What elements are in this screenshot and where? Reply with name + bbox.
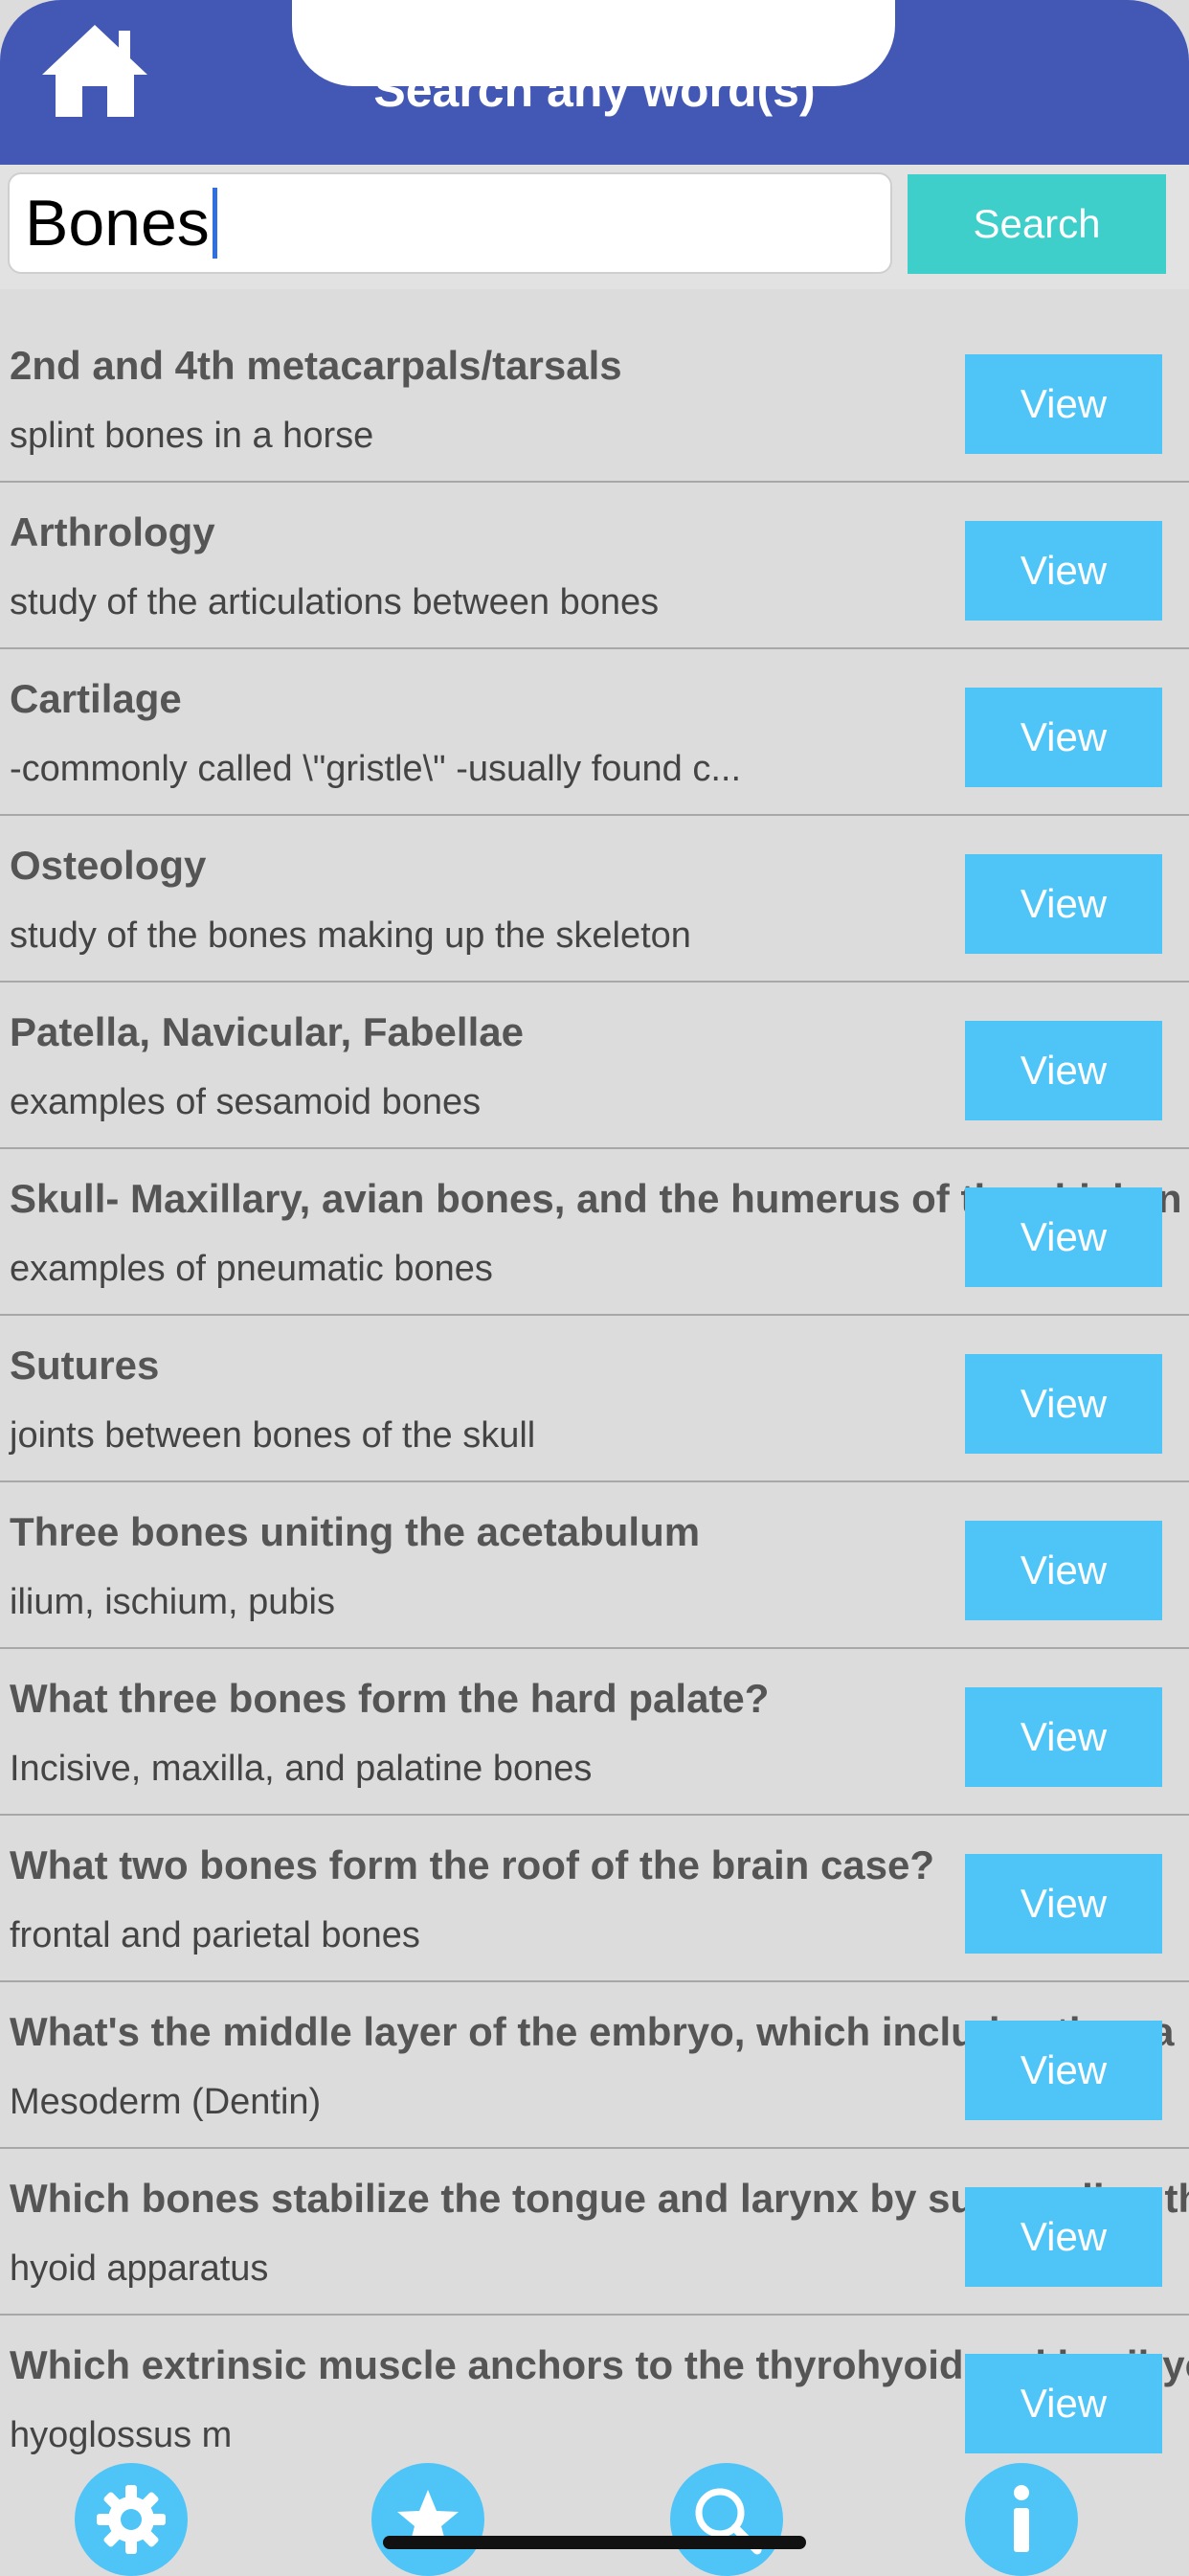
list-item[interactable]: What two bones form the roof of the brai… bbox=[0, 1816, 1189, 1982]
item-definition: hyoglossus m bbox=[10, 2415, 233, 2455]
view-button[interactable]: View bbox=[965, 2187, 1162, 2287]
list-item[interactable]: 2nd and 4th metacarpals/tarsals splint b… bbox=[0, 316, 1189, 483]
gear-icon bbox=[97, 2485, 166, 2554]
list-item[interactable]: Which bones stabilize the tongue and lar… bbox=[0, 2149, 1189, 2316]
list-item[interactable]: What three bones form the hard palate? I… bbox=[0, 1649, 1189, 1816]
list-item[interactable]: What's the middle layer of the embryo, w… bbox=[0, 1982, 1189, 2149]
view-button[interactable]: View bbox=[965, 1854, 1162, 1954]
home-indicator bbox=[383, 2536, 806, 2549]
list-item[interactable]: Patella, Navicular, Fabellae examples of… bbox=[0, 983, 1189, 1149]
tab-favorites[interactable] bbox=[371, 2463, 484, 2576]
view-button[interactable]: View bbox=[965, 354, 1162, 454]
list-item[interactable]: Which extrinsic muscle anchors to the th… bbox=[0, 2316, 1189, 2482]
item-definition: hyoid apparatus bbox=[10, 2248, 269, 2289]
item-term: Patella, Navicular, Fabellae bbox=[10, 1009, 524, 1054]
item-term: Cartilage bbox=[10, 676, 182, 721]
search-input-value: Bones bbox=[25, 187, 210, 260]
item-definition: Mesoderm (Dentin) bbox=[10, 2082, 322, 2122]
tab-settings[interactable] bbox=[75, 2463, 188, 2576]
item-definition: frontal and parietal bones bbox=[10, 1915, 420, 1955]
view-button[interactable]: View bbox=[965, 1021, 1162, 1120]
view-button[interactable]: View bbox=[965, 2021, 1162, 2120]
item-term: Three bones uniting the acetabulum bbox=[10, 1509, 701, 1554]
tab-info[interactable] bbox=[965, 2463, 1078, 2576]
item-definition: Incisive, maxilla, and palatine bones bbox=[10, 1749, 593, 1789]
header-bar: Search any word(s) bbox=[0, 0, 1189, 165]
view-button[interactable]: View bbox=[965, 854, 1162, 954]
item-term: What two bones form the roof of the brai… bbox=[10, 1842, 935, 1887]
search-input[interactable]: Bones bbox=[8, 172, 892, 274]
search-button[interactable]: Search bbox=[908, 174, 1166, 274]
view-button[interactable]: View bbox=[965, 688, 1162, 787]
item-definition: examples of sesamoid bones bbox=[10, 1082, 482, 1122]
item-term: Sutures bbox=[10, 1343, 160, 1388]
tab-search[interactable] bbox=[670, 2463, 783, 2576]
item-term: Arthrology bbox=[10, 509, 215, 554]
list-item[interactable]: Cartilage -commonly called \"gristle\" -… bbox=[0, 649, 1189, 816]
item-term: What three bones form the hard palate? bbox=[10, 1676, 770, 1721]
item-definition: -commonly called \"gristle\" -usually fo… bbox=[10, 749, 742, 789]
list-item[interactable]: Osteology study of the bones making up t… bbox=[0, 816, 1189, 983]
list-item[interactable]: Sutures joints between bones of the skul… bbox=[0, 1316, 1189, 1482]
page-title: Search any word(s) bbox=[373, 63, 816, 117]
view-button[interactable]: View bbox=[965, 521, 1162, 621]
info-icon bbox=[1014, 2485, 1029, 2552]
view-button[interactable]: View bbox=[965, 1687, 1162, 1787]
results-list: 2nd and 4th metacarpals/tarsals splint b… bbox=[0, 316, 1189, 2482]
item-definition: examples of pneumatic bones bbox=[10, 1249, 493, 1289]
item-definition: splint bones in a horse bbox=[10, 416, 374, 456]
item-term: Osteology bbox=[10, 843, 207, 888]
item-term: 2nd and 4th metacarpals/tarsals bbox=[10, 343, 622, 388]
view-button[interactable]: View bbox=[965, 1521, 1162, 1620]
item-definition: study of the articulations between bones bbox=[10, 582, 660, 622]
list-item[interactable]: Three bones uniting the acetabulum ilium… bbox=[0, 1482, 1189, 1649]
view-button[interactable]: View bbox=[965, 2354, 1162, 2453]
item-definition: ilium, ischium, pubis bbox=[10, 1582, 335, 1622]
search-bar: Bones Search bbox=[0, 165, 1189, 289]
view-button[interactable]: View bbox=[965, 1187, 1162, 1287]
text-caret bbox=[212, 188, 217, 259]
list-item[interactable]: Skull- Maxillary, avian bones, and the h… bbox=[0, 1149, 1189, 1316]
list-item[interactable]: Arthrology study of the articulations be… bbox=[0, 483, 1189, 649]
item-definition: study of the bones making up the skeleto… bbox=[10, 915, 691, 956]
view-button[interactable]: View bbox=[965, 1354, 1162, 1454]
item-definition: joints between bones of the skull bbox=[10, 1415, 536, 1456]
